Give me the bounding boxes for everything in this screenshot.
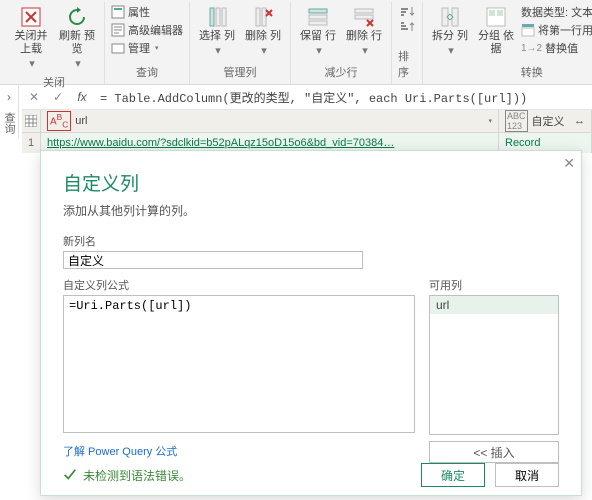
editor-icon (111, 23, 125, 37)
ribbon-group-label: 管理列 (224, 64, 257, 82)
properties-icon (111, 5, 125, 19)
formula-label: 自定义列公式 (63, 277, 415, 293)
group-by-icon (485, 6, 507, 28)
choose-columns-button[interactable]: 选择 列▾ (196, 4, 238, 60)
query-pane-label: 查询 (1, 112, 17, 134)
row-number[interactable]: 1 (22, 133, 41, 153)
formula-bar: ✕ ✓ fx (22, 85, 592, 110)
select-all-cell[interactable] (22, 110, 41, 132)
syntax-status: 未检测到语法错误。 (63, 467, 191, 484)
first-row-header-button[interactable]: 将第一行用作标题▾ (521, 22, 592, 38)
formula-input[interactable] (94, 87, 592, 107)
close-and-upload-button[interactable]: 关闭并 上载▾ (10, 4, 52, 74)
x-icon: ✕ (29, 90, 39, 104)
group-by-button[interactable]: 分组 依据 (475, 4, 517, 58)
manage-button[interactable]: 管理▾ (111, 40, 183, 56)
choose-col-icon (206, 6, 228, 28)
sort-asc-icon (398, 4, 416, 18)
ok-button[interactable]: 确定 (421, 463, 485, 487)
ribbon: 关闭并 上载▾ 刷新 预览▾ 关闭 属性 高级编辑器 管理▾ 查询 选择 列▾ … (0, 0, 592, 85)
refresh-preview-button[interactable]: 刷新 预览▾ (56, 4, 98, 74)
refresh-icon (66, 6, 88, 28)
any-type-icon: ABC123 (505, 110, 528, 132)
available-columns-label: 可用列 (429, 277, 559, 293)
available-column-item[interactable]: url (430, 296, 558, 314)
expand-icon[interactable]: ↔ (574, 115, 585, 127)
ribbon-group-transform: 拆分 列▾ 分组 依据 数据类型: 文本▾ 将第一行用作标题▾ 1→2替换值 转… (423, 2, 592, 84)
sort-desc-icon (398, 20, 416, 34)
ribbon-group-label: 减少行 (325, 64, 358, 82)
sort-desc-button[interactable] (398, 20, 416, 34)
custom-column-dialog: ✕ 自定义列 添加从其他列计算的列。 新列名 自定义列公式 了解 Power Q… (40, 150, 582, 496)
ribbon-group-label: 排序 (398, 48, 416, 82)
column-header-custom[interactable]: ABC123自定义↔ (499, 110, 592, 132)
query-pane-toggle[interactable]: › 查询 (0, 86, 19, 138)
fx-label[interactable]: fx (70, 86, 94, 108)
learn-formula-link[interactable]: 了解 Power Query 公式 (63, 443, 415, 459)
advanced-editor-button[interactable]: 高级编辑器 (111, 22, 183, 38)
split-col-icon (439, 6, 461, 28)
formula-cancel-button[interactable]: ✕ (22, 86, 46, 108)
replace-values-button[interactable]: 1→2替换值 (521, 40, 592, 56)
ribbon-group-label: 转换 (521, 64, 543, 82)
available-columns-list[interactable]: url (429, 295, 559, 435)
close-icon: ✕ (563, 155, 575, 172)
data-type-button[interactable]: 数据类型: 文本▾ (521, 4, 592, 20)
ribbon-group-query: 属性 高级编辑器 管理▾ 查询 (105, 2, 190, 84)
split-column-button[interactable]: 拆分 列▾ (429, 4, 471, 60)
keep-rows-icon (307, 6, 329, 28)
filter-dropdown-icon[interactable]: ▾ (488, 117, 492, 125)
keep-rows-button[interactable]: 保留 行▾ (297, 4, 339, 60)
properties-button[interactable]: 属性 (111, 4, 183, 20)
remove-rows-icon (353, 6, 375, 28)
new-column-name-label: 新列名 (63, 233, 559, 249)
chevron-right-icon: › (7, 90, 11, 104)
manage-icon (111, 41, 125, 55)
dialog-subtitle: 添加从其他列计算的列。 (63, 202, 559, 219)
grid-header: ABCurl▾ ABC123自定义↔ (22, 110, 592, 133)
check-icon: ✓ (53, 90, 63, 104)
ribbon-group-reduce-rows: 保留 行▾ 删除 行▾ 减少行 (291, 2, 392, 84)
formula-accept-button[interactable]: ✓ (46, 86, 70, 108)
ribbon-group-manage-cols: 选择 列▾ 删除 列▾ 管理列 (190, 2, 291, 84)
close-upload-icon (20, 6, 42, 28)
remove-columns-button[interactable]: 删除 列▾ (242, 4, 284, 60)
custom-formula-textarea[interactable] (63, 295, 415, 433)
column-header-url[interactable]: ABCurl▾ (41, 110, 499, 132)
ribbon-group-close: 关闭并 上载▾ 刷新 预览▾ 关闭 (4, 2, 105, 84)
sort-asc-button[interactable] (398, 4, 416, 18)
ribbon-group-label: 查询 (136, 64, 158, 82)
check-icon (63, 468, 77, 482)
remove-rows-button[interactable]: 删除 行▾ (343, 4, 385, 60)
remove-col-icon (252, 6, 274, 28)
insert-button[interactable]: << 插入 (429, 441, 559, 463)
table-icon (25, 115, 37, 127)
dialog-close-button[interactable]: ✕ (563, 155, 575, 172)
ribbon-group-sort: 排序 (392, 2, 423, 84)
dialog-title: 自定义列 (63, 169, 559, 196)
cancel-button[interactable]: 取消 (495, 463, 559, 487)
text-type-icon: ABC (47, 111, 71, 130)
new-column-name-input[interactable] (63, 251, 363, 269)
header-row-icon (521, 23, 535, 37)
